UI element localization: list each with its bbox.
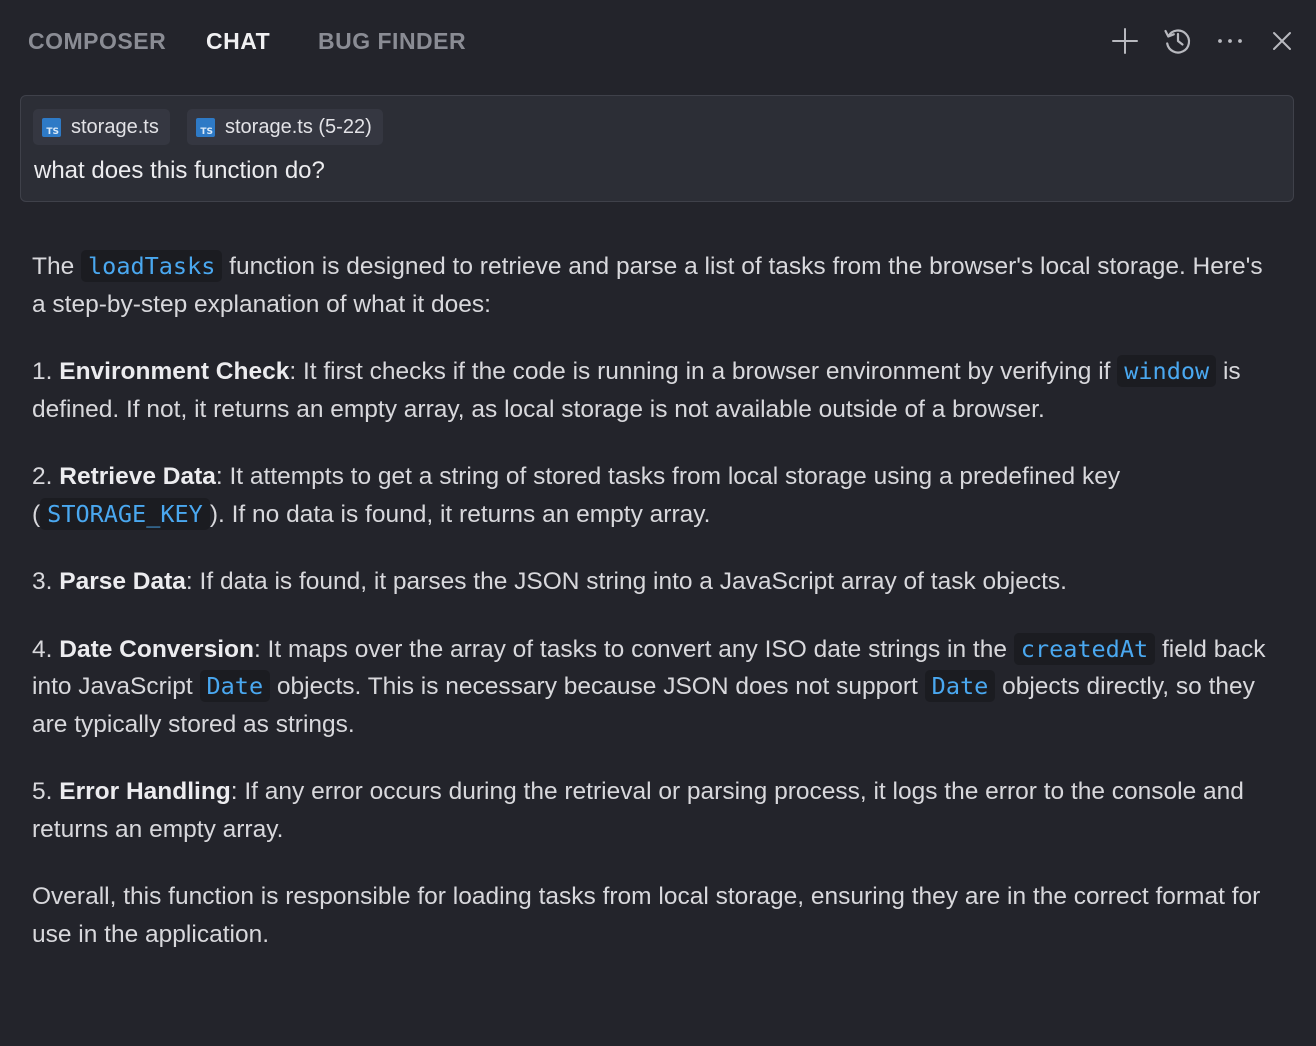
step-title: Retrieve Data — [59, 463, 216, 490]
user-prompt: what does this function do? — [34, 157, 325, 184]
tab-chat[interactable]: CHAT — [206, 27, 270, 55]
response-step: 3. Parse Data: If data is found, it pars… — [32, 568, 1067, 595]
response-step: 2. Retrieve Data: It attempts to get a s… — [32, 463, 1121, 530]
context-chip-label: storage.ts (5-22) — [225, 115, 372, 138]
inline-code: Date — [199, 670, 271, 702]
close-icon[interactable] — [1265, 24, 1299, 58]
inline-code: loadTasks — [81, 250, 223, 282]
step-title: Error Handling — [59, 778, 231, 805]
context-chip-selection[interactable]: TS storage.ts (5-22) — [187, 109, 383, 145]
plus-icon[interactable] — [1108, 24, 1142, 58]
tab-bug-finder[interactable]: BUG FINDER — [318, 27, 466, 55]
inline-code: STORAGE_KEY — [40, 497, 210, 530]
response-summary: Overall, this function is responsible fo… — [32, 883, 1261, 948]
ts-file-icon: TS — [196, 117, 215, 137]
inline-code: Date — [924, 670, 996, 702]
chat-header: COMPOSER CHAT BUG FINDER — [0, 0, 1316, 82]
response-step: 1. Environment Check: It first checks if… — [32, 355, 1241, 423]
assistant-response: The loadTasks function is designed to re… — [32, 248, 1282, 983]
step-title: Date Conversion — [59, 635, 254, 663]
step-title: Environment Check — [59, 358, 290, 385]
response-step: 5. Error Handling: If any error occurs d… — [32, 778, 1244, 843]
response-intro: The loadTasks function is designed to re… — [32, 250, 1263, 318]
response-step: 4. Date Conversion: It maps over the arr… — [32, 632, 1266, 738]
ts-file-icon: TS — [42, 117, 61, 137]
inline-code: window — [1117, 355, 1217, 387]
chat-input-box[interactable]: TS storage.ts TS storage.ts (5-22) what … — [20, 95, 1294, 202]
step-title: Parse Data — [59, 568, 186, 595]
context-chip-file[interactable]: TS storage.ts — [33, 109, 170, 145]
tab-composer[interactable]: COMPOSER — [28, 27, 166, 55]
history-icon[interactable] — [1161, 24, 1195, 58]
inline-code: createdAt — [1013, 632, 1156, 665]
more-icon[interactable] — [1213, 24, 1247, 58]
context-chip-label: storage.ts — [71, 115, 159, 138]
